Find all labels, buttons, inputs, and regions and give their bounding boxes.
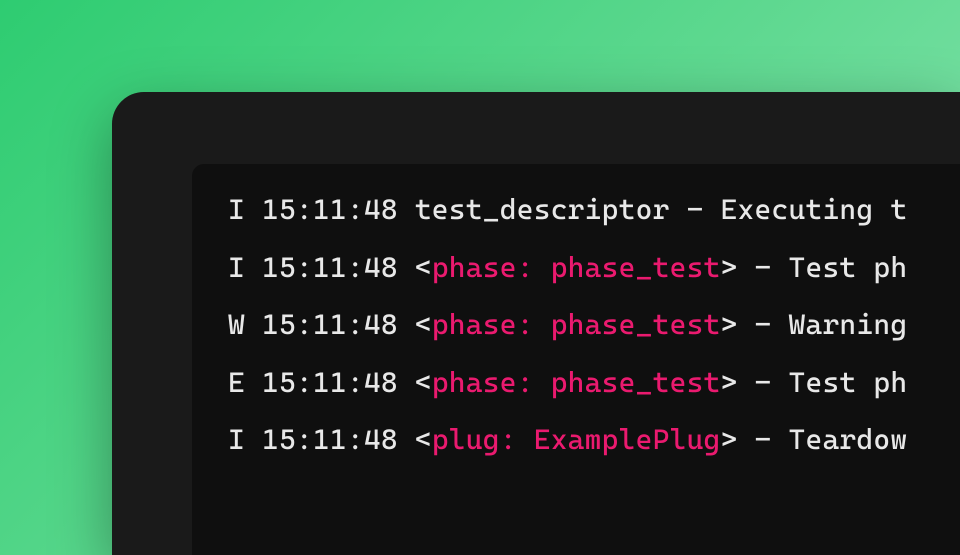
log-separator: - (755, 308, 772, 341)
tag-close: > (721, 423, 738, 456)
tag-value: phase_test (551, 251, 721, 284)
tag-open: < (415, 423, 432, 456)
log-line: I 15:11:48 <phase: phase_test> - Test ph (228, 254, 960, 283)
tag-key: phase (432, 366, 517, 399)
log-timestamp: 15:11:48 (262, 251, 398, 284)
log-timestamp: 15:11:48 (262, 193, 398, 226)
tag-close: > (721, 366, 738, 399)
log-message: Teardow (788, 423, 907, 456)
tag-open: < (415, 308, 432, 341)
log-separator: - (687, 193, 704, 226)
log-message: Test ph (788, 366, 907, 399)
log-timestamp: 15:11:48 (262, 423, 398, 456)
tag-value: ExamplePlug (534, 423, 721, 456)
tag-value: phase_test (551, 308, 721, 341)
tag-open: < (415, 366, 432, 399)
log-level: W (228, 308, 245, 341)
tag-colon: : (517, 308, 551, 341)
log-separator: - (755, 366, 772, 399)
app-window: I 15:11:48 test_descriptor - Executing t… (112, 92, 960, 555)
log-separator: - (755, 251, 772, 284)
tag-colon: : (500, 423, 534, 456)
log-line: I 15:11:48 test_descriptor - Executing t (228, 196, 960, 225)
log-message: Executing t (721, 193, 908, 226)
log-timestamp: 15:11:48 (262, 308, 398, 341)
tag-close: > (721, 251, 738, 284)
log-level: I (228, 193, 245, 226)
log-line: W 15:11:48 <phase: phase_test> - Warning (228, 311, 960, 340)
log-message: Test ph (788, 251, 907, 284)
tag-close: > (721, 308, 738, 341)
log-level: I (228, 251, 245, 284)
tag-key: phase (432, 308, 517, 341)
tag-value: phase_test (551, 366, 721, 399)
log-line: E 15:11:48 <phase: phase_test> - Test ph (228, 369, 960, 398)
log-timestamp: 15:11:48 (262, 366, 398, 399)
terminal-panel: I 15:11:48 test_descriptor - Executing t… (192, 164, 960, 555)
log-separator: - (755, 423, 772, 456)
log-level: I (228, 423, 245, 456)
log-message: Warning (788, 308, 907, 341)
log-line: I 15:11:48 <plug: ExamplePlug> - Teardow (228, 426, 960, 455)
tag-colon: : (517, 366, 551, 399)
log-level: E (228, 366, 245, 399)
tag-key: phase (432, 251, 517, 284)
tag-open: < (415, 251, 432, 284)
tag-key: plug (432, 423, 500, 456)
log-source: test_descriptor (415, 193, 670, 226)
tag-colon: : (517, 251, 551, 284)
